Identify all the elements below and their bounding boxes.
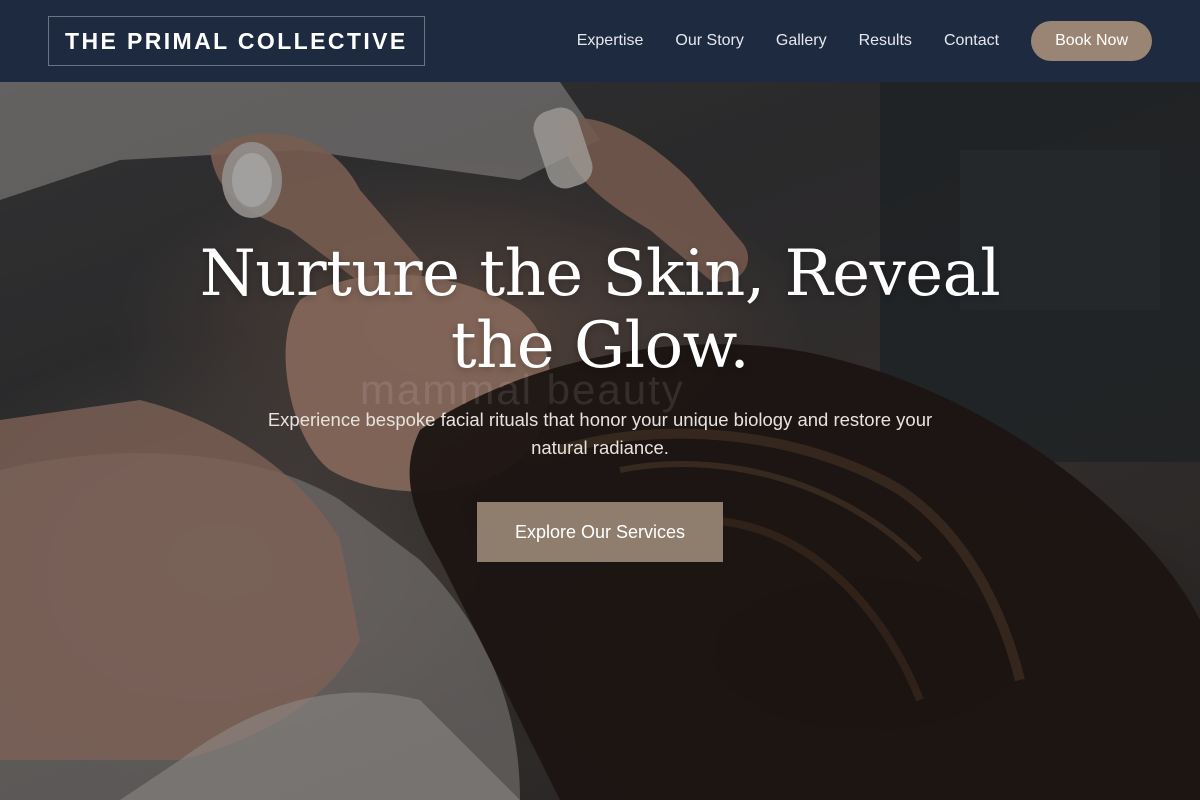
main-navigation: Expertise Our Story Gallery Results Cont… [577, 0, 1152, 82]
hero-section: Nurture the Skin, Reveal the Glow. Exper… [0, 0, 1200, 800]
nav-link-contact[interactable]: Contact [944, 32, 999, 50]
hero-title-line-1: Nurture the Skin, Reveal [199, 237, 1001, 311]
nav-link-our-story[interactable]: Our Story [675, 32, 743, 50]
site-header: THE PRIMAL COLLECTIVE Expertise Our Stor… [0, 0, 1200, 82]
hero-subtitle: Experience bespoke facial rituals that h… [267, 409, 933, 458]
book-now-button[interactable]: Book Now [1031, 21, 1152, 61]
hero-title-line-2: the Glow. [450, 309, 750, 383]
site-logo[interactable]: THE PRIMAL COLLECTIVE [48, 16, 425, 66]
landing-page: mammal beauty THE PRIMAL COLLECTIVE Expe… [0, 0, 1200, 800]
nav-link-results[interactable]: Results [859, 32, 912, 50]
nav-link-gallery[interactable]: Gallery [776, 32, 827, 50]
nav-link-expertise[interactable]: Expertise [577, 32, 644, 50]
hero-title: Nurture the Skin, Reveal the Glow. [150, 238, 1050, 382]
explore-services-button[interactable]: Explore Our Services [477, 502, 723, 562]
